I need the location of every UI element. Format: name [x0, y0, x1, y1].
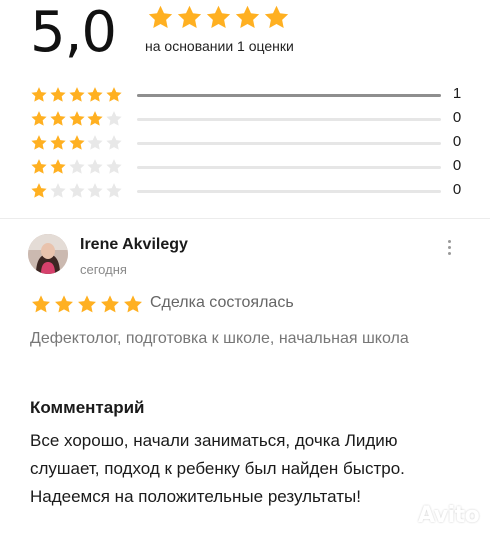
histogram-bar-track	[137, 118, 441, 121]
histogram-stars	[30, 86, 124, 103]
histogram-count: 1	[452, 85, 462, 102]
review-services: Дефектолог, подготовка к школе, начальна…	[30, 330, 409, 347]
histogram-bar-track	[137, 190, 441, 193]
review-rating-stars	[30, 294, 145, 314]
star-empty-icon	[106, 183, 122, 198]
star-filled-icon	[101, 295, 119, 313]
star-filled-icon	[206, 5, 231, 28]
star-empty-icon	[50, 183, 66, 198]
user-avatar[interactable]	[28, 234, 68, 274]
rating-summary: 5,0 на основании 1 оценки	[28, 0, 468, 66]
histogram-count: 0	[452, 109, 462, 126]
star-empty-icon	[106, 111, 122, 126]
histogram-stars	[30, 182, 124, 199]
star-filled-icon	[31, 87, 47, 102]
histogram-row-4: 0	[30, 108, 464, 132]
star-empty-icon	[68, 183, 85, 198]
star-filled-icon	[50, 87, 66, 102]
histogram-bar-track	[137, 142, 441, 145]
star-filled-icon	[177, 5, 202, 28]
divider	[0, 218, 490, 219]
star-filled-icon	[68, 135, 85, 150]
histogram-stars	[30, 134, 124, 151]
histogram-count: 0	[452, 181, 462, 198]
star-filled-icon	[68, 87, 85, 102]
avito-watermark: Avito	[382, 498, 480, 532]
star-empty-icon	[87, 183, 104, 198]
rating-count-caption: на основании 1 оценки	[145, 38, 294, 54]
review-date: сегодня	[80, 262, 127, 277]
histogram-stars	[30, 158, 124, 175]
star-filled-icon	[264, 5, 289, 28]
histogram-bar-track	[137, 94, 441, 97]
review-card: Irene Akvilegy сегодня Сделка состоялась…	[0, 228, 490, 540]
histogram-bar-track	[137, 166, 441, 169]
histogram-row-3: 0	[30, 132, 464, 156]
histogram-row-2: 0	[30, 156, 464, 180]
star-empty-icon	[87, 135, 104, 150]
review-author-name[interactable]: Irene Akvilegy	[80, 236, 188, 254]
star-empty-icon	[106, 159, 122, 174]
histogram-row-5: 1	[30, 84, 464, 108]
star-filled-icon	[78, 295, 96, 313]
watermark-text: Avito	[418, 502, 480, 528]
star-filled-icon	[50, 111, 66, 126]
star-filled-icon	[68, 111, 85, 126]
star-empty-icon	[68, 159, 85, 174]
star-filled-icon	[31, 135, 47, 150]
star-empty-icon	[106, 135, 122, 150]
star-filled-icon	[148, 5, 173, 28]
star-filled-icon	[31, 183, 47, 198]
star-filled-icon	[50, 135, 66, 150]
star-filled-icon	[124, 295, 142, 313]
average-rating-stars	[146, 4, 291, 30]
histogram-bar-fill	[137, 94, 441, 97]
avito-logo-icon	[384, 500, 415, 531]
histogram-stars	[30, 110, 124, 127]
star-filled-icon	[31, 159, 47, 174]
star-filled-icon	[87, 111, 104, 126]
histogram-count: 0	[452, 133, 462, 150]
star-filled-icon	[87, 87, 104, 102]
deal-status: Сделка состоялась	[150, 294, 294, 311]
star-empty-icon	[87, 159, 104, 174]
histogram-count: 0	[452, 157, 462, 174]
rating-histogram: 1 0 0 0 0	[30, 84, 464, 204]
average-rating: 5,0	[30, 0, 117, 65]
star-filled-icon	[31, 111, 47, 126]
comment-heading: Комментарий	[30, 398, 145, 417]
star-filled-icon	[50, 159, 66, 174]
star-filled-icon	[235, 5, 260, 28]
more-vertical-icon[interactable]	[438, 236, 460, 258]
star-filled-icon	[55, 295, 73, 313]
star-filled-icon	[32, 295, 50, 313]
star-filled-icon	[106, 87, 122, 102]
histogram-row-1: 0	[30, 180, 464, 204]
